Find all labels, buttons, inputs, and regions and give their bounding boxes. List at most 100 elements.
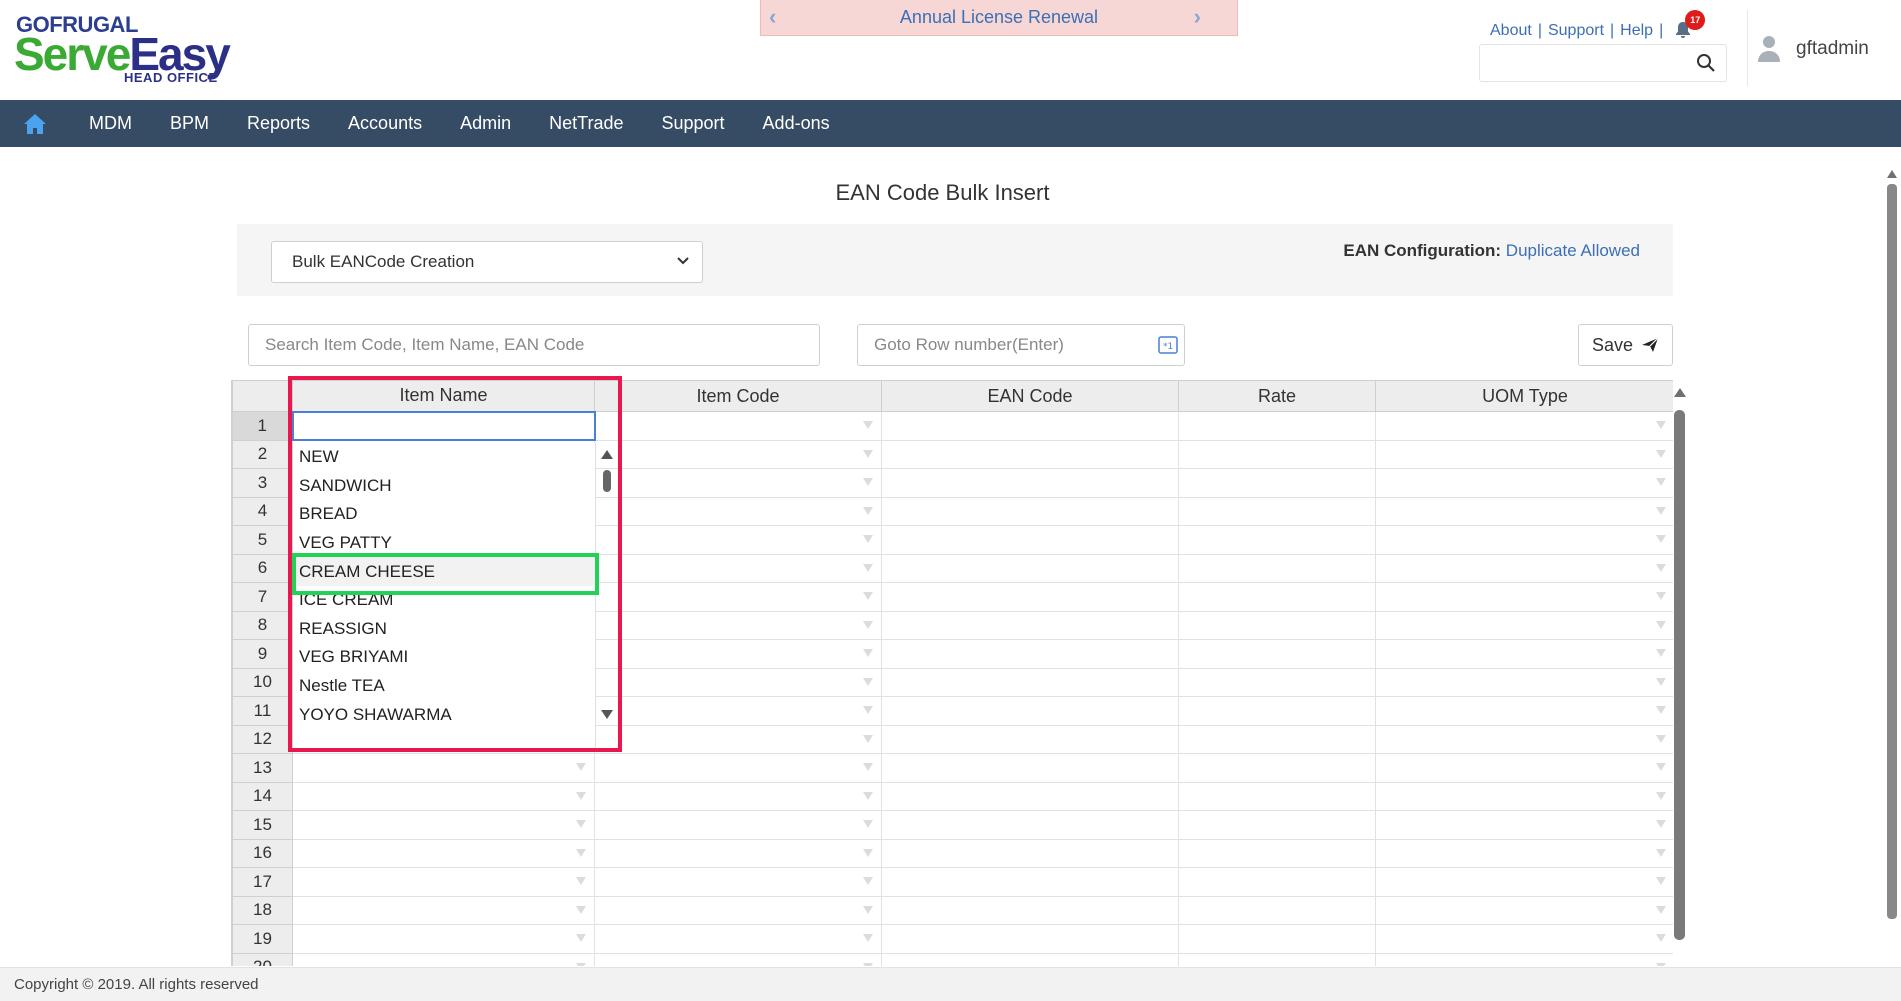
license-renewal-text[interactable]: Annual License Renewal bbox=[900, 7, 1098, 28]
save-button[interactable]: Save bbox=[1578, 324, 1673, 366]
grid-cell[interactable] bbox=[881, 553, 1179, 583]
nav-item-addons[interactable]: Add-ons bbox=[744, 100, 849, 147]
license-renewal-banner[interactable]: ‹ Annual License Renewal › bbox=[760, 0, 1238, 36]
scroll-up-icon[interactable] bbox=[1887, 170, 1897, 178]
grid-cell[interactable] bbox=[1178, 610, 1376, 640]
dropdown-arrow-icon[interactable] bbox=[1656, 763, 1666, 771]
grid-cell[interactable] bbox=[1375, 753, 1673, 783]
row-number[interactable]: 5 bbox=[232, 525, 293, 555]
grid-cell[interactable] bbox=[594, 838, 882, 868]
dropdown-arrow-icon[interactable] bbox=[863, 478, 873, 486]
dropdown-arrow-icon[interactable] bbox=[1656, 848, 1666, 857]
grid-cell[interactable] bbox=[1375, 639, 1673, 669]
grid-cell[interactable] bbox=[881, 525, 1179, 555]
nav-item-mdm[interactable]: MDM bbox=[70, 100, 151, 147]
grid-cell[interactable] bbox=[594, 781, 882, 811]
dropdown-arrow-icon[interactable] bbox=[1656, 934, 1666, 942]
user-menu[interactable]: gftadmin bbox=[1756, 34, 1869, 64]
dropdown-arrow-icon[interactable] bbox=[1656, 877, 1666, 885]
row-number[interactable]: 19 bbox=[232, 924, 293, 954]
grid-cell[interactable] bbox=[1178, 553, 1376, 583]
grid-cell[interactable] bbox=[1178, 667, 1376, 697]
grid-cell[interactable] bbox=[292, 895, 595, 925]
grid-cell[interactable] bbox=[1178, 952, 1376, 966]
dropdown-arrow-icon[interactable] bbox=[576, 848, 586, 857]
dropdown-arrow-icon[interactable] bbox=[576, 877, 586, 885]
nav-item-admin[interactable]: Admin bbox=[441, 100, 530, 147]
grid-cell[interactable] bbox=[594, 439, 882, 469]
support-link[interactable]: Support bbox=[1548, 22, 1604, 40]
dropdown-arrow-icon[interactable] bbox=[863, 848, 873, 857]
username-label[interactable]: gftadmin bbox=[1796, 38, 1869, 60]
dropdown-arrow-icon[interactable] bbox=[576, 791, 586, 800]
grid-cell[interactable] bbox=[594, 867, 882, 897]
grid-cell[interactable] bbox=[1375, 696, 1673, 726]
grid-cell[interactable] bbox=[594, 639, 882, 669]
grid-cell[interactable] bbox=[1178, 439, 1376, 469]
grid-cell[interactable] bbox=[292, 838, 595, 868]
grid-cell[interactable] bbox=[1178, 924, 1376, 954]
grid-cell[interactable] bbox=[1375, 724, 1673, 754]
grid-cell[interactable] bbox=[594, 411, 882, 441]
dropdown-arrow-icon[interactable] bbox=[576, 763, 586, 771]
grid-cell[interactable] bbox=[594, 895, 882, 925]
row-number[interactable]: 18 bbox=[232, 895, 293, 925]
grid-cell[interactable] bbox=[1375, 496, 1673, 526]
grid-cell[interactable] bbox=[1375, 781, 1673, 811]
grid-cell[interactable] bbox=[1178, 639, 1376, 669]
grid-cell[interactable] bbox=[881, 838, 1179, 868]
dropdown-arrow-icon[interactable] bbox=[863, 449, 873, 458]
chevron-right-icon[interactable]: › bbox=[1194, 4, 1201, 30]
nav-item-reports[interactable]: Reports bbox=[228, 100, 329, 147]
chevron-left-icon[interactable]: ‹ bbox=[769, 4, 776, 30]
dropdown-arrow-icon[interactable] bbox=[1656, 649, 1666, 657]
dropdown-arrow-icon[interactable] bbox=[863, 421, 873, 429]
item-search-input[interactable]: Search Item Code, Item Name, EAN Code bbox=[248, 324, 820, 366]
grid-cell[interactable] bbox=[1178, 753, 1376, 783]
row-number[interactable]: 15 bbox=[232, 810, 293, 840]
grid-cell[interactable] bbox=[881, 753, 1179, 783]
dropdown-arrow-icon[interactable] bbox=[1656, 734, 1666, 743]
grid-cell[interactable] bbox=[1178, 496, 1376, 526]
dropdown-arrow-icon[interactable] bbox=[1656, 820, 1666, 828]
about-link[interactable]: About bbox=[1490, 22, 1532, 40]
nav-item-nettrade[interactable]: NetTrade bbox=[530, 100, 642, 147]
grid-scrollbar[interactable] bbox=[1673, 388, 1687, 946]
keyboard-icon[interactable]: *1 bbox=[1158, 336, 1178, 354]
dropdown-arrow-icon[interactable] bbox=[1656, 421, 1666, 429]
row-number[interactable]: 8 bbox=[232, 610, 293, 640]
grid-cell[interactable] bbox=[1375, 810, 1673, 840]
row-number[interactable]: 17 bbox=[232, 867, 293, 897]
dropdown-arrow-icon[interactable] bbox=[863, 820, 873, 828]
dropdown-arrow-icon[interactable] bbox=[1656, 905, 1666, 914]
grid-cell[interactable] bbox=[1375, 439, 1673, 469]
grid-cell[interactable] bbox=[594, 496, 882, 526]
grid-cell[interactable] bbox=[1178, 724, 1376, 754]
grid-cell[interactable] bbox=[881, 952, 1179, 966]
dropdown-arrow-icon[interactable] bbox=[1656, 706, 1666, 714]
nav-item-accounts[interactable]: Accounts bbox=[329, 100, 441, 147]
dropdown-arrow-icon[interactable] bbox=[863, 905, 873, 914]
grid-cell[interactable] bbox=[594, 610, 882, 640]
grid-cell[interactable] bbox=[1375, 553, 1673, 583]
scroll-up-icon[interactable] bbox=[1674, 388, 1686, 397]
dropdown-arrow-icon[interactable] bbox=[576, 962, 586, 966]
page-scroll-thumb[interactable] bbox=[1887, 184, 1897, 919]
dropdown-arrow-icon[interactable] bbox=[863, 506, 873, 515]
grid-cell[interactable] bbox=[1375, 610, 1673, 640]
dropdown-arrow-icon[interactable] bbox=[863, 962, 873, 966]
grid-cell[interactable] bbox=[881, 582, 1179, 612]
grid-cell[interactable] bbox=[1375, 411, 1673, 441]
dropdown-arrow-icon[interactable] bbox=[1656, 478, 1666, 486]
dropdown-arrow-icon[interactable] bbox=[1656, 677, 1666, 686]
grid-cell[interactable] bbox=[292, 810, 595, 840]
grid-cell[interactable] bbox=[881, 667, 1179, 697]
grid-cell[interactable] bbox=[881, 496, 1179, 526]
grid-cell[interactable] bbox=[594, 525, 882, 555]
dropdown-arrow-icon[interactable] bbox=[863, 649, 873, 657]
dropdown-arrow-icon[interactable] bbox=[576, 905, 586, 914]
grid-cell[interactable] bbox=[292, 753, 595, 783]
column-header-ean-code[interactable]: EAN Code bbox=[881, 380, 1179, 412]
row-number[interactable]: 14 bbox=[232, 781, 293, 811]
row-number[interactable]: 6 bbox=[232, 553, 293, 583]
